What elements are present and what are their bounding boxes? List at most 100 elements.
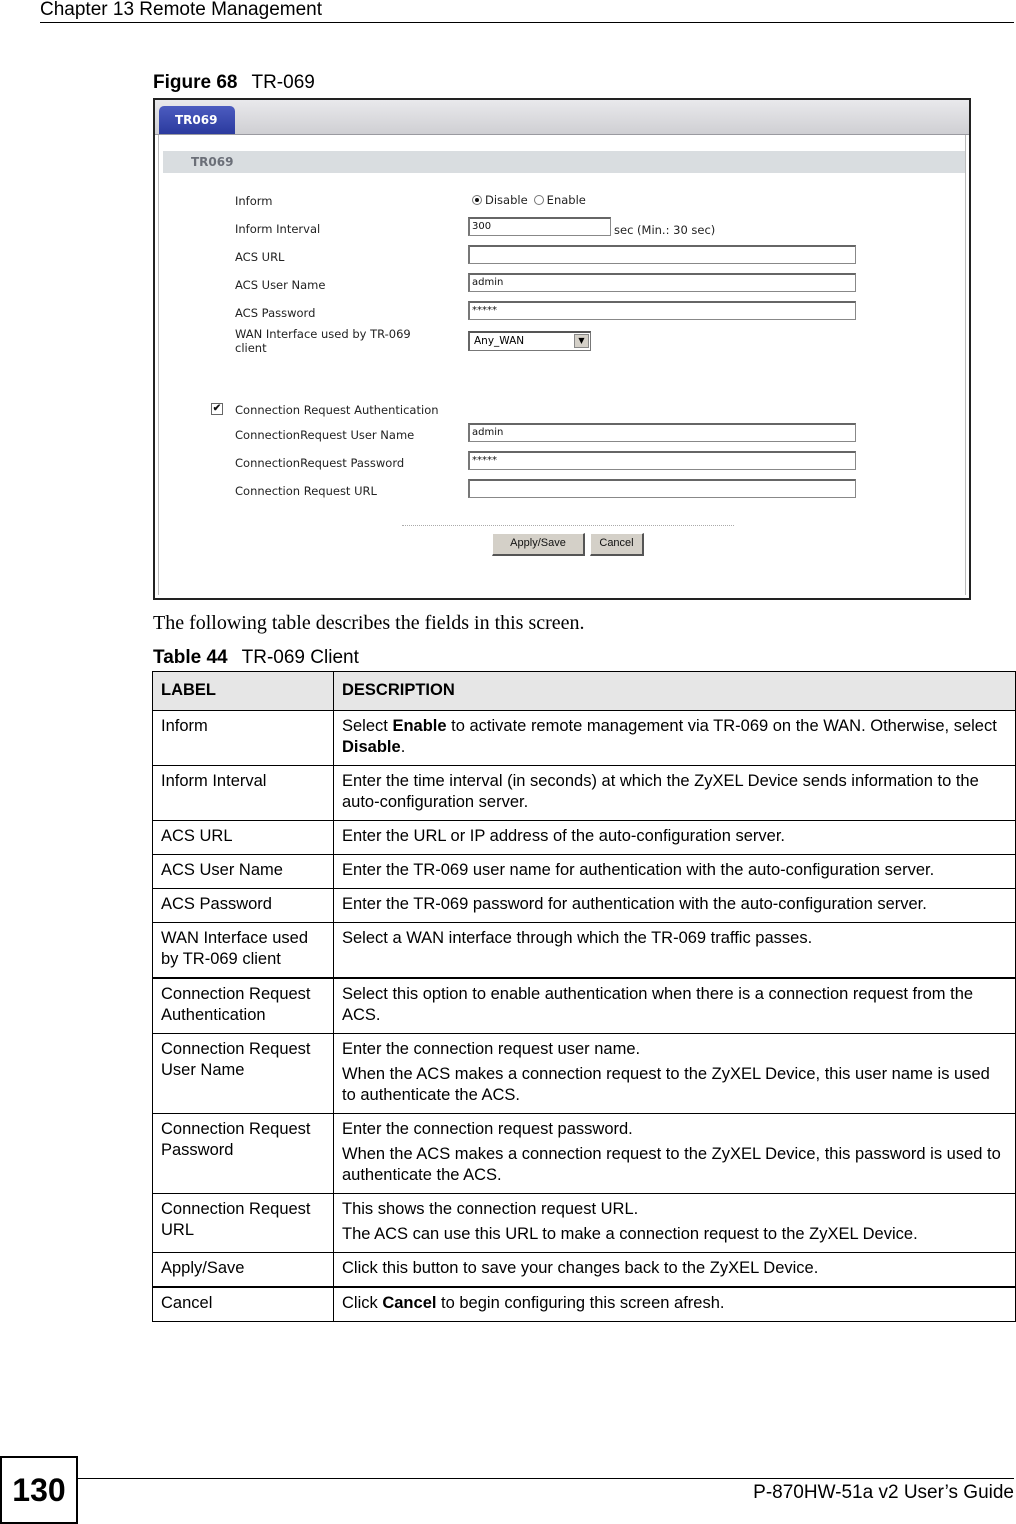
table-caption: Table 44 TR-069 Client — [153, 647, 359, 669]
conn-req-url-label: Connection Request URL — [235, 484, 377, 498]
row-label: Cancel — [152, 1286, 334, 1322]
inform-disable-radio[interactable] — [472, 195, 482, 205]
table-row: Inform Interval Enter the time interval (… — [152, 765, 1016, 821]
table-row: ACS User Name Enter the TR-069 user name … — [152, 854, 1016, 889]
row-description: Enter the URL or IP address of the auto-… — [333, 820, 1016, 855]
description-text: Select — [342, 717, 393, 735]
table-title: TR-069 Client — [241, 647, 359, 668]
tr069-screenshot: TR069 TR069 Inform Disable Enable Inform… — [153, 98, 971, 600]
inform-enable-label: Enable — [546, 193, 586, 207]
emphasis-text: Disable — [342, 738, 401, 756]
page-number: 130 — [0, 1456, 78, 1524]
description-paragraph: When the ACS makes a connection request … — [342, 1065, 990, 1104]
table-row: Cancel Click Cancel to begin configuring … — [152, 1286, 1016, 1322]
description-paragraph: Enter the time interval (in seconds) at … — [342, 772, 979, 811]
tab-bar: TR069 — [155, 100, 969, 135]
emphasis-text: Enable — [392, 717, 447, 735]
header-description: DESCRIPTION — [333, 671, 1016, 711]
header-label: LABEL — [152, 671, 334, 711]
description-text: to activate remote management via TR-069… — [446, 717, 997, 735]
row-description: Enter the TR-069 user name for authentic… — [333, 854, 1016, 889]
acs-user-name-label: ACS User Name — [235, 278, 326, 292]
conn-req-user-input[interactable]: admin — [468, 423, 856, 442]
description-paragraph: This shows the connection request URL. — [342, 1200, 639, 1218]
guide-title: P-870HW-51a v2 User’s Guide — [753, 1482, 1014, 1503]
row-label: ACS User Name — [152, 854, 334, 889]
table-number: Table 44 — [153, 647, 228, 668]
apply-save-button[interactable]: Apply/Save — [492, 533, 585, 556]
wan-interface-label-line1: WAN Interface used by TR-069 — [235, 327, 411, 341]
tab-tr069[interactable]: TR069 — [159, 106, 235, 134]
figure-title: TR-069 — [251, 72, 315, 93]
row-label: ACS Password — [152, 888, 334, 923]
row-label: WAN Interface used by TR-069 client — [152, 922, 334, 979]
table-row: Connection Request URL This shows the con… — [152, 1193, 1016, 1253]
tr069-form: TR069 Inform Disable Enable Inform Inter… — [158, 135, 966, 595]
conn-req-password-input[interactable]: ***** — [468, 451, 856, 470]
table-header-row: LABEL DESCRIPTION — [152, 671, 1016, 711]
dropdown-arrow-icon[interactable]: ▼ — [574, 334, 589, 348]
table-row: ACS URL Enter the URL or IP address of th… — [152, 820, 1016, 855]
footer-divider — [78, 1478, 1014, 1479]
row-label: Inform Interval — [152, 765, 334, 821]
row-description: Click Cancel to begin configuring this s… — [333, 1286, 1016, 1322]
acs-password-input[interactable]: ***** — [468, 301, 856, 320]
table-row: WAN Interface used by TR-069 client Selec… — [152, 922, 1016, 979]
row-label: Connection Request Authentication — [152, 977, 334, 1034]
description-paragraph: Enter the TR-069 user name for authentic… — [342, 861, 935, 879]
inform-radio-group: Disable Enable — [472, 193, 586, 207]
description-text: Click — [342, 1294, 383, 1312]
row-description: Enter the connection request user name. W… — [333, 1033, 1016, 1114]
wan-interface-value: Any_WAN — [474, 335, 525, 347]
description-paragraph: Click Cancel to begin configuring this s… — [342, 1293, 1007, 1314]
table-row: ACS Password Enter the TR-069 password fo… — [152, 888, 1016, 923]
row-label: Apply/Save — [152, 1252, 334, 1288]
wan-interface-select[interactable]: Any_WAN ▼ — [468, 331, 591, 351]
description-paragraph: Enter the URL or IP address of the auto-… — [342, 827, 785, 845]
emphasis-text: Cancel — [382, 1294, 437, 1312]
figure-caption: Figure 68 TR-069 — [153, 72, 315, 94]
description-paragraph: Click this button to save your changes b… — [342, 1259, 819, 1277]
row-description: Select a WAN interface through which the… — [333, 922, 1016, 979]
acs-url-input[interactable] — [468, 245, 856, 264]
table-row: Inform Select Enable to activate remote m… — [152, 710, 1016, 766]
divider — [402, 525, 734, 526]
description-text: to begin configuring this screen afresh. — [436, 1294, 725, 1312]
row-label: Connection Request URL — [152, 1193, 334, 1253]
row-label: Inform — [152, 710, 334, 766]
inform-interval-input[interactable]: 300 — [468, 217, 611, 236]
chapter-title: Chapter 13 Remote Management — [40, 0, 322, 20]
inform-enable-radio[interactable] — [533, 195, 544, 205]
wan-interface-label: WAN Interface used by TR-069 client — [235, 327, 411, 355]
inform-interval-label: Inform Interval — [235, 222, 321, 236]
conn-req-auth-checkbox[interactable]: ✔ — [211, 403, 223, 415]
inform-interval-note: sec (Min.: 30 sec) — [614, 223, 716, 237]
description-paragraph: The ACS can use this URL to make a conne… — [342, 1225, 918, 1243]
table-row: Connection Request Authentication Select … — [152, 977, 1016, 1034]
row-description: Select Enable to activate remote managem… — [333, 710, 1016, 766]
row-description: Enter the connection request password. Wh… — [333, 1113, 1016, 1194]
row-label: ACS URL — [152, 820, 334, 855]
description-paragraph: Select this option to enable authenticat… — [342, 985, 974, 1024]
acs-password-label: ACS Password — [235, 306, 316, 320]
description-paragraph: Select Enable to activate remote managem… — [342, 716, 1007, 758]
section-title: TR069 — [163, 151, 965, 173]
wan-interface-label-line2: client — [235, 341, 267, 355]
conn-req-auth-label: Connection Request Authentication — [235, 403, 439, 417]
cancel-button[interactable]: Cancel — [590, 533, 644, 556]
acs-user-name-input[interactable]: admin — [468, 273, 856, 292]
row-description: Enter the TR-069 password for authentica… — [333, 888, 1016, 923]
conn-req-url-input[interactable] — [468, 479, 856, 498]
inform-label: Inform — [235, 194, 273, 208]
description-paragraph: Enter the connection request user name. — [342, 1040, 641, 1058]
row-description: Select this option to enable authenticat… — [333, 977, 1016, 1034]
inform-disable-label: Disable — [485, 193, 528, 207]
description-paragraph: Select a WAN interface through which the… — [342, 929, 813, 947]
chapter-header: Chapter 13 Remote Management — [40, 0, 1014, 23]
description-text: . — [400, 738, 406, 756]
description-table: LABEL DESCRIPTION Inform Select Enable to… — [152, 671, 1016, 1322]
row-description: Enter the time interval (in seconds) at … — [333, 765, 1016, 821]
row-label: Connection Request Password — [152, 1113, 334, 1194]
row-description: This shows the connection request URL. Th… — [333, 1193, 1016, 1253]
figure-number: Figure 68 — [153, 72, 238, 93]
